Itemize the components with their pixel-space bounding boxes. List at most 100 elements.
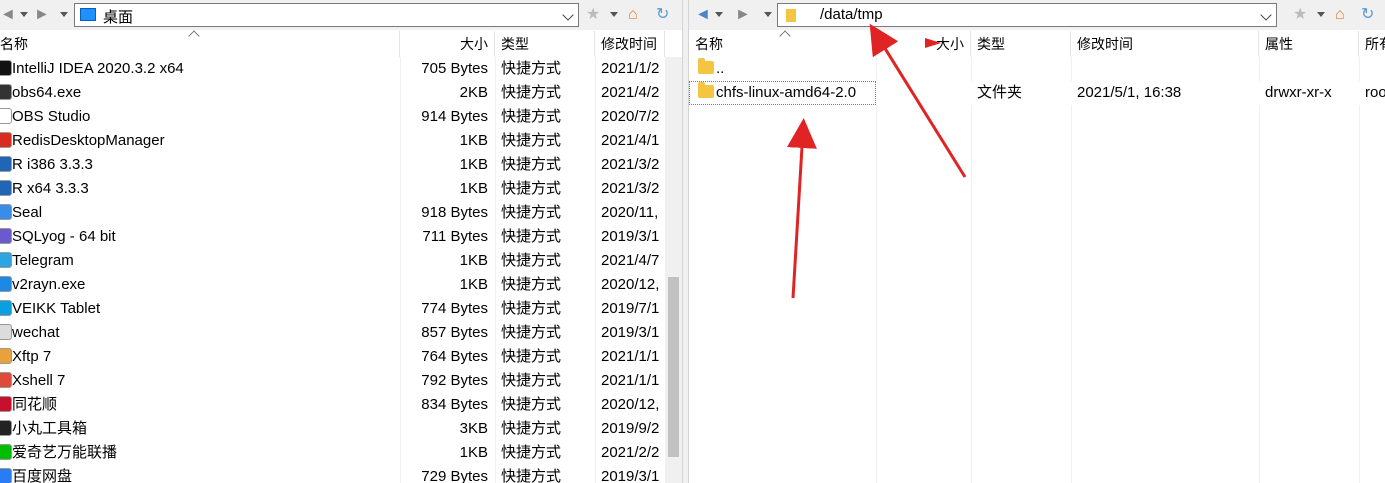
file-size [876,57,964,81]
file-row[interactable]: 百度网盘 729 Bytes 快捷方式 2019/3/1 [0,465,682,483]
veikk-icon [0,300,12,316]
file-type: 快捷方式 [501,204,562,221]
left-header-type[interactable]: 类型 [495,31,595,57]
file-type: 快捷方式 [501,444,562,461]
file-mtime: 2019/3/1 [601,468,660,483]
home-icon[interactable]: ⌂ [628,5,638,25]
left-column-header: 名称 大小 类型 修改时间 [0,30,682,57]
file-mtime: 2021/1/1 [601,348,660,365]
back-arrow-icon[interactable]: ◄ [695,5,711,25]
header-label: 名称 [0,36,28,52]
refresh-icon[interactable]: ↻ [656,5,669,25]
header-label: 类型 [977,36,1005,52]
file-name: Telegram [12,252,74,269]
file-row[interactable]: chfs-linux-amd64-2.0 文件夹 2021/5/1, 16:38 dr… [689,81,1385,105]
left-header-name[interactable]: 名称 [0,31,400,57]
file-icon [0,108,12,124]
left-scrollbar[interactable] [665,57,682,483]
forward-arrow-icon[interactable]: ► [735,5,751,25]
bookmark-caret-icon[interactable] [1317,12,1325,17]
file-row[interactable]: Telegram 1KB 快捷方式 2021/4/7 [0,249,682,273]
file-row[interactable]: Xftp 7 764 Bytes 快捷方式 2021/1/1 [0,345,682,369]
right-header-owner[interactable]: 所有 [1359,31,1385,57]
forward-arrow-icon[interactable]: ► [34,5,50,25]
back-arrow-icon[interactable]: ◄ [0,5,16,25]
back-history-caret-icon[interactable] [715,12,723,17]
right-header-attr[interactable]: 属性 [1259,31,1359,57]
file-name: SQLyog - 64 bit [12,228,116,245]
header-label: 修改时间 [1077,36,1133,52]
file-size: 792 Bytes [421,372,488,389]
bookmark-star-icon[interactable]: ★ [1293,5,1307,25]
header-label: 属性 [1265,36,1293,52]
file-row[interactable]: obs64.exe 2KB 快捷方式 2021/4/2 [0,81,682,105]
seal-icon [0,204,12,220]
left-file-list: IntelliJ IDEA 2020.3.2 x64 705 Bytes 快捷方式 2… [0,57,682,483]
file-row[interactable]: SQLyog - 64 bit 711 Bytes 快捷方式 2019/3/1 [0,225,682,249]
file-row[interactable]: Seal 918 Bytes 快捷方式 2020/11, [0,201,682,225]
file-size: 918 Bytes [421,204,488,221]
file-size [876,81,964,105]
forward-history-caret-icon[interactable] [764,12,772,17]
file-owner: roo [1365,84,1385,101]
file-type: 快捷方式 [501,228,562,245]
file-row[interactable]: wechat 857 Bytes 快捷方式 2019/3/1 [0,321,682,345]
left-scrollbar-thumb[interactable] [668,277,679,457]
file-row[interactable]: v2rayn.exe 1KB 快捷方式 2020/12, [0,273,682,297]
back-history-caret-icon[interactable] [20,12,28,17]
file-name: R x64 3.3.3 [12,180,89,197]
file-mtime: 2021/2/2 [601,444,660,461]
left-address-text: 桌面 [103,9,134,26]
file-mtime: 2021/4/1 [601,132,660,149]
parent-dir-row[interactable]: .. [689,57,1385,81]
file-name: obs64.exe [12,84,82,101]
file-row[interactable]: Xshell 7 792 Bytes 快捷方式 2021/1/1 [0,369,682,393]
file-type: 快捷方式 [501,276,562,293]
redis-icon [0,132,12,148]
file-type: 快捷方式 [501,108,562,125]
refresh-icon[interactable]: ↻ [1361,5,1374,25]
file-size: 2KB [459,84,488,101]
header-label: 修改时间 [601,36,657,52]
right-header-size[interactable]: 大小 [876,31,971,57]
file-size: 1KB [459,132,488,149]
file-row[interactable]: R i386 3.3.3 1KB 快捷方式 2021/3/2 [0,153,682,177]
file-size: 1KB [459,252,488,269]
file-row[interactable]: R x64 3.3.3 1KB 快捷方式 2021/3/2 [0,177,682,201]
file-size: 1KB [459,444,488,461]
column-divider [1071,57,1072,483]
address-dropdown-icon[interactable] [562,9,574,21]
file-row[interactable]: RedisDesktopManager 1KB 快捷方式 2021/4/1 [0,129,682,153]
left-address-bar[interactable]: 桌面 [74,3,579,27]
header-label: 名称 [695,36,723,52]
file-row[interactable]: 同花顺 834 Bytes 快捷方式 2020/12, [0,393,682,417]
pane-splitter[interactable] [682,0,689,483]
right-address-bar[interactable]: /data/tmp [777,3,1277,27]
file-mtime: 2021/1/1 [601,372,660,389]
right-header-type[interactable]: 类型 [971,31,1071,57]
column-divider [971,57,972,483]
right-header-mtime[interactable]: 修改时间 [1071,31,1259,57]
left-header-size[interactable]: 大小 [400,31,495,57]
file-mtime: 2021/3/2 [601,156,660,173]
file-row[interactable]: OBS Studio 914 Bytes 快捷方式 2020/7/2 [0,105,682,129]
file-name: v2rayn.exe [12,276,86,293]
desktop-icon [80,8,96,21]
address-dropdown-icon[interactable] [1260,9,1272,21]
file-row[interactable]: 小丸工具箱 3KB 快捷方式 2019/9/2 [0,417,682,441]
forward-history-caret-icon[interactable] [60,12,68,17]
file-row[interactable]: IntelliJ IDEA 2020.3.2 x64 705 Bytes 快捷方式 2… [0,57,682,81]
header-label: 大小 [460,36,488,52]
left-header-mtime[interactable]: 修改时间 [595,31,665,57]
bookmark-star-icon[interactable]: ★ [586,5,600,25]
file-type: 快捷方式 [501,324,562,341]
file-row[interactable]: 爱奇艺万能联播 1KB 快捷方式 2021/2/2 [0,441,682,465]
bookmark-caret-icon[interactable] [610,12,618,17]
right-address-text: /data/tmp [820,6,883,23]
header-label: 大小 [936,36,964,52]
file-name: .. [716,60,725,77]
file-type: 快捷方式 [501,468,562,483]
home-icon[interactable]: ⌂ [1335,5,1345,25]
file-row[interactable]: VEIKK Tablet 774 Bytes 快捷方式 2019/7/1 [0,297,682,321]
folder-icon [698,58,714,74]
